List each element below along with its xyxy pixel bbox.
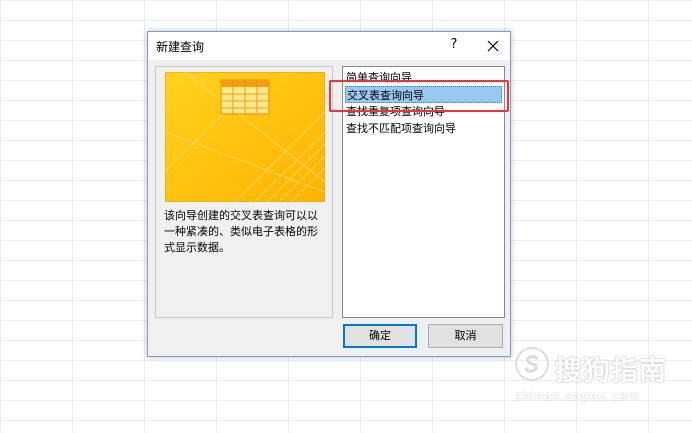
wizard-description: 该向导创建的交叉表查询可以以一种紧凑的、类似电子表格的形式显示数据。 [164, 209, 318, 254]
wizard-preview-panel: 该向导创建的交叉表查询可以以一种紧凑的、类似电子表格的形式显示数据。 [155, 66, 333, 318]
crosstab-preview-image [165, 72, 325, 202]
cancel-button[interactable]: 取消 [428, 324, 503, 348]
red-annotation-box [329, 80, 509, 112]
sogou-watermark: 搜狗指南 zhinan.sogou.com [515, 345, 685, 410]
ok-button[interactable]: 确定 [343, 324, 417, 348]
sogou-logo-icon [515, 347, 549, 381]
table-icon [220, 79, 270, 115]
close-icon[interactable] [482, 35, 504, 57]
watermark-name: 搜狗指南 [555, 356, 667, 387]
help-button[interactable]: ? [444, 35, 464, 55]
list-item-find-unmatched-wizard[interactable]: 查找不匹配项查询向导 [345, 120, 502, 137]
watermark-url: zhinan.sogou.com [515, 389, 641, 403]
dialog-title: 新建查询 [156, 40, 205, 54]
dialog-titlebar: 新建查询 ? [148, 32, 510, 60]
